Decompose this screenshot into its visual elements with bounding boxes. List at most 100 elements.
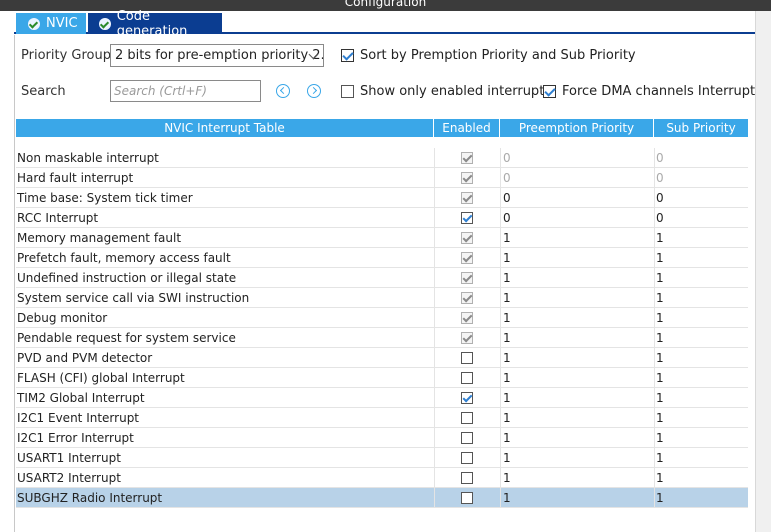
checkbox-unchecked-icon[interactable] [461,452,473,464]
preemption-priority-cell: 0 [500,148,654,168]
table-row[interactable]: Memory management fault 1 1 [16,228,748,248]
sub-priority-cell[interactable]: 0 [654,208,748,228]
checkbox-unchecked-icon[interactable] [461,432,473,444]
search-next-icon[interactable] [307,84,321,98]
checkbox-checked-icon [461,152,473,164]
enabled-cell [434,428,500,448]
table-row[interactable]: Undefined instruction or illegal state 1 1 [16,268,748,288]
table-row[interactable]: Debug monitor 1 1 [16,308,748,328]
sub-priority-cell[interactable]: 1 [654,448,748,468]
checkbox-checked-icon [461,272,473,284]
checkbox-checked-icon[interactable] [543,85,556,98]
checkbox-checked-icon [461,232,473,244]
table-row[interactable]: Non maskable interrupt 0 0 [16,148,748,168]
preemption-priority-cell[interactable]: 1 [500,248,654,268]
preemption-priority-cell[interactable]: 1 [500,468,654,488]
search-input[interactable] [110,80,261,102]
sub-priority-cell[interactable]: 1 [654,468,748,488]
table-row[interactable]: I2C1 Error Interrupt 1 1 [16,428,748,448]
interrupt-name: Undefined instruction or illegal state [17,271,237,285]
sort-priority-checkbox[interactable]: Sort by Premption Priority and Sub Prior… [341,48,636,63]
checkbox-unchecked-icon[interactable] [461,372,473,384]
table-row[interactable]: Pendable request for system service 1 1 [16,328,748,348]
sub-priority-cell[interactable]: 1 [654,288,748,308]
preemption-priority-cell[interactable]: 1 [500,488,654,508]
preemption-priority-cell[interactable]: 0 [500,188,654,208]
column-header-name[interactable]: NVIC Interrupt Table [16,119,434,137]
checkbox-checked-icon [461,332,473,344]
preemption-priority-cell[interactable]: 1 [500,348,654,368]
preemption-priority-cell[interactable]: 1 [500,228,654,248]
sub-priority-cell[interactable]: 1 [654,408,748,428]
sub-priority-cell: 0 [654,148,748,168]
interrupt-name: System service call via SWI instruction [17,291,250,305]
preemption-priority-cell[interactable]: 1 [500,288,654,308]
checkbox-unchecked-icon[interactable] [461,352,473,364]
enabled-cell [434,368,500,388]
priority-group-select[interactable]: 2 bits for pre-emption priority 2... [110,44,324,67]
interrupt-name: I2C1 Event Interrupt [17,411,140,425]
sub-priority-cell[interactable]: 0 [654,188,748,208]
tab-code-generation[interactable]: Code generation [88,9,222,39]
sub-priority-cell[interactable]: 1 [654,488,748,508]
window-title: Configuration [344,0,427,9]
table-row[interactable]: Prefetch fault, memory access fault 1 1 [16,248,748,268]
preemption-priority-cell[interactable]: 1 [500,328,654,348]
table-row[interactable]: SUBGHZ Radio Interrupt 1 1 [16,488,748,508]
checkbox-unchecked-icon[interactable] [461,412,473,424]
show-enabled-checkbox[interactable]: Show only enabled interrupts [341,84,551,99]
sub-priority-cell[interactable]: 1 [654,388,748,408]
table-row[interactable]: USART2 Interrupt 1 1 [16,468,748,488]
table-row[interactable]: PVD and PVM detector 1 1 [16,348,748,368]
enabled-cell [434,248,500,268]
table-header: NVIC Interrupt Table Enabled Preemption … [16,119,748,137]
table-row[interactable]: I2C1 Event Interrupt 1 1 [16,408,748,428]
search-previous-icon[interactable] [276,84,290,98]
sort-priority-label: Sort by Premption Priority and Sub Prior… [360,48,636,63]
window-titlebar: Configuration [0,0,771,11]
show-enabled-label: Show only enabled interrupts [360,84,552,99]
force-dma-checkbox[interactable]: Force DMA channels Interrupts [543,84,762,99]
preemption-priority-cell[interactable]: 0 [500,208,654,228]
checkbox-checked-icon[interactable] [461,392,473,404]
checkbox-unchecked-icon[interactable] [461,492,473,504]
preemption-priority-cell[interactable]: 1 [500,268,654,288]
table-row[interactable]: Hard fault interrupt 0 0 [16,168,748,188]
column-header-enabled[interactable]: Enabled [434,119,500,137]
sub-priority-cell[interactable]: 1 [654,348,748,368]
checkbox-checked-icon[interactable] [461,212,473,224]
enabled-cell [434,148,500,168]
preemption-priority-cell[interactable]: 1 [500,388,654,408]
checkbox-unchecked-icon[interactable] [341,85,354,98]
sub-priority-cell[interactable]: 1 [654,428,748,448]
interrupt-name: Debug monitor [17,311,108,325]
table-row[interactable]: USART1 Interrupt 1 1 [16,448,748,468]
sub-priority-cell[interactable]: 1 [654,228,748,248]
enabled-cell [434,388,500,408]
table-row[interactable]: FLASH (CFI) global Interrupt 1 1 [16,368,748,388]
sub-priority-cell[interactable]: 1 [654,368,748,388]
preemption-priority-cell[interactable]: 1 [500,448,654,468]
sub-priority-cell[interactable]: 1 [654,268,748,288]
sub-priority-cell[interactable]: 1 [654,248,748,268]
table-row[interactable]: System service call via SWI instruction 1… [16,288,748,308]
priority-group-label: Priority Group [21,48,111,63]
interrupt-name: SUBGHZ Radio Interrupt [17,491,163,505]
sub-priority-cell[interactable]: 1 [654,308,748,328]
table-row[interactable]: TIM2 Global Interrupt 1 1 [16,388,748,408]
vertical-scrollbar[interactable] [755,11,771,532]
preemption-priority-cell[interactable]: 1 [500,408,654,428]
checkbox-checked-icon [461,192,473,204]
tab-nvic[interactable]: NVIC [16,13,86,34]
preemption-priority-cell[interactable]: 1 [500,368,654,388]
checkbox-checked-icon[interactable] [341,49,354,62]
table-row[interactable]: Time base: System tick timer 0 0 [16,188,748,208]
preemption-priority-cell[interactable]: 1 [500,428,654,448]
checkbox-unchecked-icon[interactable] [461,472,473,484]
sub-priority-cell[interactable]: 1 [654,328,748,348]
table-row[interactable]: RCC Interrupt 0 0 [16,208,748,228]
column-header-sub-priority[interactable]: Sub Priority [654,119,748,137]
column-header-preemption[interactable]: Preemption Priority [500,119,654,137]
preemption-priority-cell[interactable]: 1 [500,308,654,328]
interrupt-name: Pendable request for system service [17,331,236,345]
